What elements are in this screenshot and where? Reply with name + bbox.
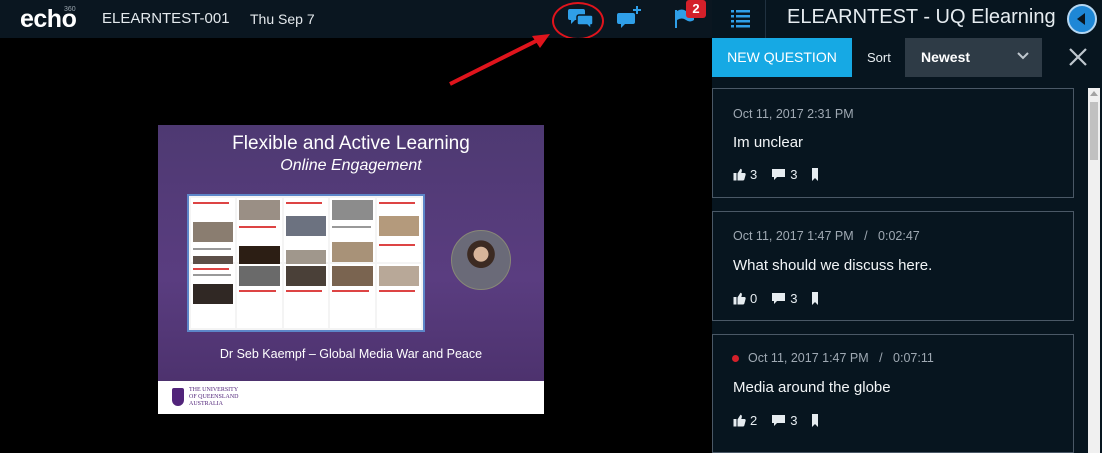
scroll-up-arrow-icon[interactable] (1088, 88, 1100, 100)
question-meta: Oct 11, 2017 2:31 PM (733, 107, 854, 121)
question-date: Oct 11, 2017 1:47 PM (748, 351, 869, 365)
like-stat[interactable]: 2 (733, 413, 757, 428)
thumbs-up-icon (733, 168, 746, 181)
thumbs-up-icon (733, 414, 746, 427)
like-count: 3 (750, 167, 758, 182)
question-stats: 2 3 (733, 413, 837, 428)
question-meta: Oct 11, 2017 1:47 PM / 0:07:11 (748, 351, 934, 365)
comment-stat[interactable]: 3 (771, 291, 797, 306)
like-stat[interactable]: 3 (733, 167, 757, 182)
question-list: Oct 11, 2017 2:31 PM Im unclear 3 3 Oct … (712, 88, 1084, 453)
thumbs-up-icon (733, 292, 746, 305)
like-count: 2 (750, 413, 758, 428)
flag-count-badge: 2 (686, 0, 706, 18)
uq-crest-icon (172, 388, 184, 406)
unread-dot (732, 355, 739, 362)
presenter-photo (451, 230, 511, 290)
news-collage-image (187, 194, 425, 332)
course-name: ELEARNTEST-001 (102, 10, 230, 27)
sort-dropdown[interactable]: Newest (905, 38, 1042, 77)
question-text: Im unclear (733, 134, 804, 151)
question-date: Oct 11, 2017 1:47 PM (733, 229, 854, 243)
question-meta: Oct 11, 2017 1:47 PM / 0:02:47 (733, 229, 920, 243)
slide-footer: Dr Seb Kaempf – Global Media War and Pea… (219, 347, 483, 361)
question-card[interactable]: Oct 11, 2017 2:31 PM Im unclear 3 3 (712, 88, 1074, 198)
comment-count: 3 (790, 413, 798, 428)
comment-count: 3 (790, 167, 798, 182)
bookmark-button[interactable] (811, 292, 823, 305)
question-timecode[interactable]: 0:07:11 (893, 351, 934, 365)
question-text: What should we discuss here. (733, 257, 933, 274)
question-text: Media around the globe (733, 379, 891, 396)
question-stats: 3 3 (733, 167, 837, 182)
chevron-down-icon (1017, 52, 1029, 60)
question-card[interactable]: Oct 11, 2017 1:47 PM / 0:07:11 Media aro… (712, 334, 1074, 453)
presentation-slide: Flexible and Active Learning Online Enga… (158, 125, 544, 414)
like-stat[interactable]: 0 (733, 291, 757, 306)
discussion-panel: ELEARNTEST - UQ Elearning NEW QUESTION S… (712, 0, 1102, 453)
question-stats: 0 3 (733, 291, 837, 306)
annotation-circle (552, 2, 604, 40)
comment-icon (772, 169, 786, 180)
echo360-player: echo 360 ELEARNTEST-001 Thu Sep 7 2 Flex… (0, 0, 1102, 453)
close-icon[interactable] (1068, 47, 1088, 67)
bookmark-icon (812, 168, 819, 181)
panel-title: ELEARNTEST - UQ Elearning (787, 6, 1056, 28)
panel-header: ELEARNTEST - UQ Elearning (712, 0, 1102, 38)
meta-separator: / (864, 229, 868, 243)
logo-superscript: 360 (64, 6, 76, 13)
bookmark-icon (812, 292, 819, 305)
uq-logo-text: THE UNIVERSITY OF QUEENSLAND AUSTRALIA (189, 387, 239, 407)
slide-subtitle: Online Engagement (280, 157, 422, 174)
annotation-arrow (449, 34, 550, 86)
question-list-scrollbar[interactable] (1088, 88, 1100, 453)
menu-list-icon[interactable] (724, 8, 756, 30)
comment-icon (772, 293, 786, 304)
scroll-thumb[interactable] (1090, 102, 1098, 160)
header-divider (765, 0, 766, 38)
question-date: Oct 11, 2017 2:31 PM (733, 107, 854, 121)
sort-label: Sort (867, 50, 891, 65)
bookmark-button[interactable] (811, 168, 823, 181)
top-bar: echo 360 ELEARNTEST-001 Thu Sep 7 2 (0, 0, 712, 40)
bookmark-button[interactable] (811, 414, 823, 427)
comment-icon (772, 415, 786, 426)
comment-count: 3 (790, 291, 798, 306)
comment-stat[interactable]: 3 (771, 167, 797, 182)
new-question-button[interactable]: NEW QUESTION (712, 38, 852, 77)
class-date: Thu Sep 7 (250, 11, 315, 27)
comment-stat[interactable]: 3 (771, 413, 797, 428)
collapse-panel-button[interactable] (1067, 4, 1097, 34)
question-card[interactable]: Oct 11, 2017 1:47 PM / 0:02:47 What shou… (712, 211, 1074, 321)
add-discussion-icon[interactable] (617, 6, 643, 30)
bookmark-icon (812, 414, 819, 427)
meta-separator: / (879, 351, 883, 365)
question-timecode[interactable]: 0:02:47 (878, 229, 920, 243)
like-count: 0 (750, 291, 758, 306)
triangle-left-icon (1077, 13, 1085, 25)
slide-title: Flexible and Active Learning (232, 133, 470, 154)
sort-value: Newest (921, 49, 971, 65)
